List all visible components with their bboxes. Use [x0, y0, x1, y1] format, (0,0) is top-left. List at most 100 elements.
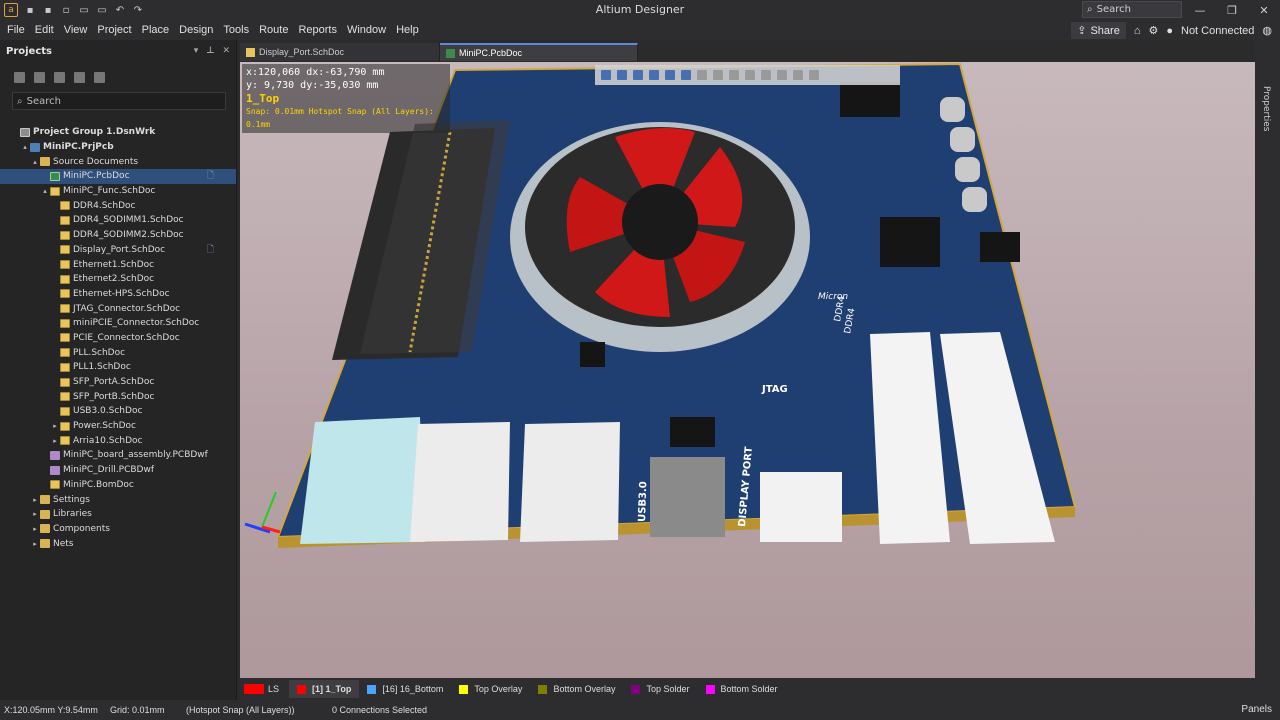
layer-tab[interactable]: Top Overlay: [451, 680, 530, 698]
layer-tab[interactable]: [16] 16_Bottom: [359, 680, 451, 698]
panel-menu-icon[interactable]: ▾: [194, 46, 199, 56]
project-tree-item[interactable]: USB3.0.SchDoc: [0, 404, 236, 419]
project-tree-item[interactable]: Project Group 1.DsnWrk: [0, 125, 236, 140]
project-tree-item[interactable]: ▸ Nets: [0, 536, 236, 551]
properties-panel-tab[interactable]: Properties: [1261, 86, 1271, 131]
project-tree-item[interactable]: SFP_PortB.SchDoc: [0, 389, 236, 404]
expand-arrow-icon[interactable]: ▸: [30, 496, 40, 504]
project-tree-item[interactable]: MiniPC_Drill.PCBDwf: [0, 463, 236, 478]
project-tree-item[interactable]: JTAG_Connector.SchDoc: [0, 301, 236, 316]
compile-icon[interactable]: [34, 71, 45, 83]
project-tree-item[interactable]: ▸ Libraries: [0, 507, 236, 522]
line-icon[interactable]: [809, 70, 819, 80]
menu-place[interactable]: Place: [137, 24, 175, 36]
project-tree-item[interactable]: Ethernet-HPS.SchDoc: [0, 287, 236, 302]
menu-window[interactable]: Window: [342, 24, 391, 36]
via-icon[interactable]: [729, 70, 739, 80]
keepout-icon[interactable]: [761, 70, 771, 80]
project-tree-item[interactable]: ▴ MiniPC.PrjPcb: [0, 140, 236, 155]
panel-close-icon[interactable]: ✕: [222, 46, 230, 56]
menu-project[interactable]: Project: [92, 24, 136, 36]
project-tree-item[interactable]: Ethernet1.SchDoc: [0, 257, 236, 272]
project-tree-item[interactable]: Display_Port.SchDoc 🗋: [0, 243, 236, 258]
settings-icon[interactable]: [94, 71, 105, 83]
panels-button[interactable]: Panels: [1241, 704, 1272, 715]
expand-arrow-icon[interactable]: ▸: [30, 540, 40, 548]
projects-search-input[interactable]: ⌕ Search: [12, 92, 226, 110]
account-icon[interactable]: ◍: [1262, 24, 1272, 37]
project-tree-item[interactable]: PLL1.SchDoc: [0, 360, 236, 375]
align-icon[interactable]: [665, 70, 675, 80]
project-tree-item[interactable]: PCIE_Connector.SchDoc: [0, 331, 236, 346]
project-tree-item[interactable]: Ethernet2.SchDoc: [0, 272, 236, 287]
layer-tab[interactable]: [1] 1_Top: [289, 680, 360, 698]
restore-icon[interactable]: ❐: [1216, 0, 1248, 20]
layer-tab[interactable]: Bottom Solder: [698, 680, 786, 698]
layer-tab[interactable]: Bottom Overlay: [530, 680, 623, 698]
redo-icon[interactable]: ↷: [132, 4, 144, 16]
project-tree-item[interactable]: DDR4_SODIMM1.SchDoc: [0, 213, 236, 228]
menu-tools[interactable]: Tools: [218, 24, 254, 36]
dimension-icon[interactable]: [777, 70, 787, 80]
expand-arrow-icon[interactable]: ▸: [50, 422, 60, 430]
project-tree-item[interactable]: SFP_PortA.SchDoc: [0, 375, 236, 390]
expand-arrow-icon[interactable]: ▸: [30, 525, 40, 533]
project-tree-item[interactable]: DDR4.SchDoc: [0, 198, 236, 213]
project-tree-item[interactable]: ▴ Source Documents: [0, 154, 236, 169]
save-icon[interactable]: [14, 71, 25, 83]
open-folder-icon[interactable]: [54, 71, 65, 83]
project-tree-item[interactable]: miniPCIE_Connector.SchDoc: [0, 316, 236, 331]
project-tree-item[interactable]: MiniPC_board_assembly.PCBDwf: [0, 448, 236, 463]
pin-icon[interactable]: ⊥: [206, 46, 214, 56]
project-tree-item[interactable]: PLL.SchDoc: [0, 345, 236, 360]
user-icon[interactable]: ●: [1166, 25, 1173, 37]
menu-edit[interactable]: Edit: [30, 24, 59, 36]
save-icon[interactable]: ▪: [24, 4, 36, 16]
interactive-route-icon[interactable]: [697, 70, 707, 80]
layer-tab[interactable]: Top Solder: [623, 680, 697, 698]
project-tree-item[interactable]: ▸ Arria10.SchDoc: [0, 433, 236, 448]
project-tree-item[interactable]: DDR4_SODIMM2.SchDoc: [0, 228, 236, 243]
layer-set-button[interactable]: LS: [268, 684, 279, 694]
project-tree-item[interactable]: MiniPC.PcbDoc 🗋: [0, 169, 236, 184]
menu-route[interactable]: Route: [254, 24, 293, 36]
route-icon[interactable]: [617, 70, 627, 80]
polygon-icon[interactable]: [745, 70, 755, 80]
filter-icon[interactable]: [601, 70, 611, 80]
text-icon[interactable]: [793, 70, 803, 80]
add-icon[interactable]: [633, 70, 643, 80]
component-icon[interactable]: [681, 70, 691, 80]
open-folder-icon[interactable]: ▭: [78, 4, 90, 16]
save-all-icon[interactable]: ▪: [42, 4, 54, 16]
share-button[interactable]: ⇪ Share: [1071, 22, 1126, 39]
project-tree-item[interactable]: MiniPC.BomDoc: [0, 478, 236, 493]
global-search-input[interactable]: ⌕ Search: [1082, 1, 1182, 18]
menu-design[interactable]: Design: [174, 24, 218, 36]
project-tree-item[interactable]: ▸ Components: [0, 522, 236, 537]
menu-reports[interactable]: Reports: [293, 24, 342, 36]
open-project-icon[interactable]: ▭: [96, 4, 108, 16]
new-document-icon[interactable]: ▫: [60, 4, 72, 16]
project-tree-item[interactable]: ▴ MiniPC_Func.SchDoc: [0, 184, 236, 199]
document-tab[interactable]: MiniPC.PcbDoc: [440, 43, 638, 61]
expand-arrow-icon[interactable]: ▴: [40, 187, 50, 195]
expand-arrow-icon[interactable]: ▴: [30, 158, 40, 166]
expand-arrow-icon[interactable]: ▸: [50, 437, 60, 445]
expand-arrow-icon[interactable]: ▴: [20, 143, 30, 151]
project-tree-item[interactable]: ▸ Power.SchDoc: [0, 419, 236, 434]
diff-pair-icon[interactable]: [713, 70, 723, 80]
minimize-icon[interactable]: —: [1184, 0, 1216, 20]
gear-icon[interactable]: ⚙: [1148, 24, 1158, 37]
layer-set-swatch[interactable]: [244, 684, 264, 694]
project-tree-item[interactable]: ▸ Settings: [0, 492, 236, 507]
menu-help[interactable]: Help: [391, 24, 424, 36]
select-icon[interactable]: [649, 70, 659, 80]
connection-status[interactable]: Not Connected: [1181, 25, 1254, 37]
project-options-icon[interactable]: [74, 71, 85, 83]
menu-view[interactable]: View: [59, 24, 93, 36]
expand-arrow-icon[interactable]: ▸: [30, 510, 40, 518]
document-tab[interactable]: Display_Port.SchDoc: [240, 43, 440, 61]
menu-file[interactable]: File: [2, 24, 30, 36]
undo-icon[interactable]: ↶: [114, 4, 126, 16]
home-icon[interactable]: ⌂: [1134, 25, 1141, 37]
